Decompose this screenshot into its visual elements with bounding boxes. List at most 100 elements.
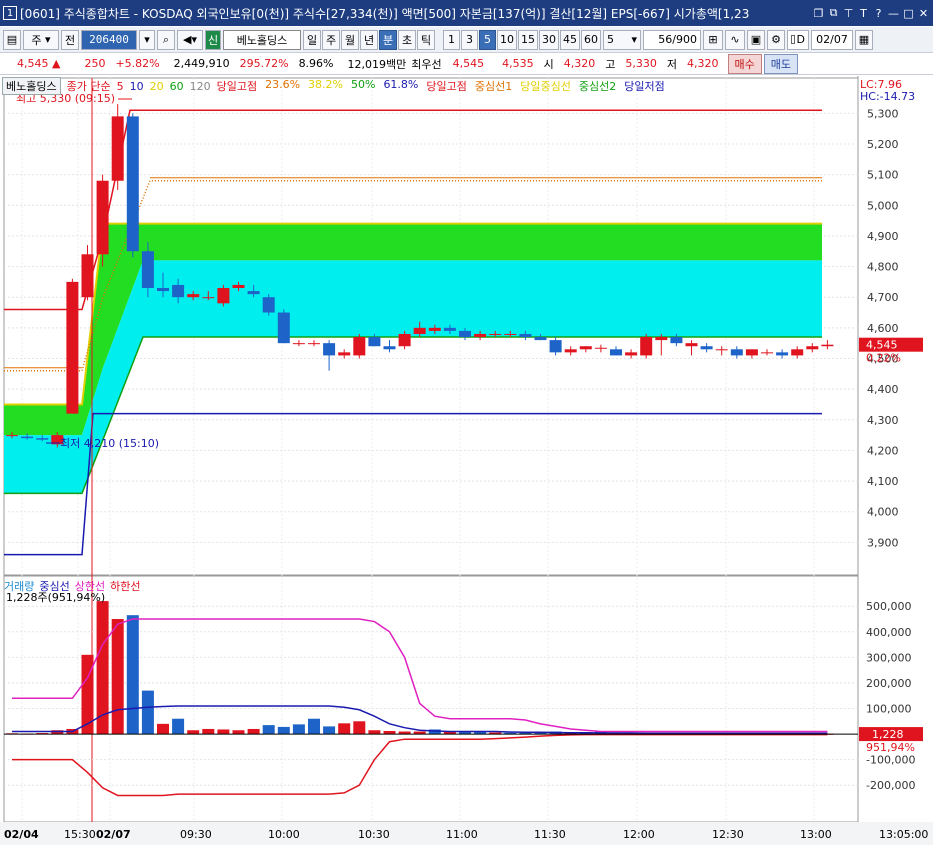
volume-bar [277,726,290,735]
legend-item: 중심선1 [474,80,513,93]
text-icon[interactable]: T [856,5,871,21]
legend-item: 23.6% [265,78,301,91]
candle-body [610,349,622,356]
interval-button-15[interactable]: 15 [518,29,538,50]
stock-tag[interactable]: 베노홀딩스 [2,77,61,95]
trade-amount: 12,019백만 [347,57,407,71]
settings-icon[interactable]: ⚙ [767,29,785,50]
sell-button[interactable]: 매도 [763,53,798,74]
ma-period-20: 20 [149,79,164,93]
date-input[interactable]: 02/07 [811,29,853,50]
date-checkbox-label: D [796,33,805,46]
price-tick-label: 5,200 [867,138,899,151]
interval-button-1[interactable]: 1 [443,29,460,50]
best-ask: 4,545 [452,57,485,70]
restore-icon[interactable]: ❐ [811,5,826,21]
high-price: 5,330 [625,57,657,70]
candle-body [368,337,381,347]
candle-body [338,352,351,356]
interval-button-30[interactable]: 30 [539,29,559,50]
layout-icon[interactable]: ▤ [3,29,21,50]
tab-period-2[interactable]: 월 [341,29,359,50]
volume-bar [141,690,154,735]
search-icon[interactable]: ⌕ [157,29,175,50]
price-tick-label: 5,300 [867,107,899,120]
volume-bar [217,729,230,735]
buy-button[interactable]: 매수 [727,53,762,74]
candle-body [157,288,169,292]
candle-body [111,116,124,181]
stock-name-field[interactable]: 베노홀딩스 [223,29,301,50]
interval-value-select[interactable]: 5 ▾ [603,29,641,50]
maximize-icon[interactable]: □ [901,5,916,21]
interval-button-45[interactable]: 45 [560,29,580,50]
price-tick-label: 5,100 [867,169,899,182]
candle-body [474,333,487,338]
volume-bar [157,723,169,735]
date-checkbox[interactable]: D [787,29,809,50]
window-buttons: ❐ ⧉ ⊤ T ? — □ ✕ [811,5,933,21]
candle-body [791,349,804,356]
trade-volume: 2,449,910 [173,57,230,70]
volume-tick-label: 400,000 [866,626,912,639]
interval-buttons: 1 3 5 10 15 30 45 60 [443,29,601,50]
price-tick-label: 4,200 [867,444,899,457]
legend-item: 당일고점 [426,80,467,93]
speaker-icon[interactable]: ◀▾ [177,29,203,50]
candle-body [323,343,336,356]
code-dropdown-icon[interactable]: ▾ [139,29,155,50]
candle-body [126,116,139,252]
volume-tick-label: 500,000 [866,600,912,613]
save-icon[interactable]: ▣ [747,29,765,50]
ma-period-5: 5 [116,79,124,93]
price-tag-pct: 0.22% [866,352,901,365]
period-tabs: 일주월년분초틱 [303,29,435,50]
tab-period-6[interactable]: 틱 [417,29,435,50]
close-icon[interactable]: ✕ [916,5,931,21]
candle-body [670,337,683,344]
ma-period-120: 120 [189,79,211,93]
x-tick-label: 09:30 [180,828,212,841]
candle-body [745,349,758,356]
tab-period-1[interactable]: 주 [322,29,340,50]
count-field[interactable]: 56/900 [643,29,701,50]
x-tick-label: 11:00 [446,828,478,841]
type-select[interactable]: 주 ▾ [23,29,59,50]
candle-body [292,343,305,345]
zoom-in-icon[interactable]: ⊞ [703,29,723,50]
prev-button[interactable]: 전 [61,29,79,50]
quote-bar: 4,545 ▲ 250 +5.82% 2,449,910 295.72% 8.9… [0,53,933,75]
interval-button-3[interactable]: 3 [461,29,478,50]
x-tick-label: 10:00 [268,828,300,841]
volume-tick-label: 300,000 [866,651,912,664]
candle-body [96,180,109,255]
pin-icon[interactable]: ⊤ [841,5,856,21]
interval-button-60[interactable]: 60 [581,29,601,50]
price-tick-label: 3,900 [867,536,899,549]
tab-period-4[interactable]: 분 [379,29,397,50]
link-icon[interactable]: ⧉ [826,5,841,21]
chart-svg[interactable]: 5,300 5,200 5,100 5,000 4,900 4,800 4,700 4,600… [0,76,933,845]
tab-period-0[interactable]: 일 [303,29,321,50]
interval-button-10[interactable]: 10 [497,29,517,50]
calendar-icon[interactable]: ▦ [855,29,873,50]
candle-body [715,349,728,351]
candle-body [383,346,396,350]
chevron-down-icon: ▾ [631,33,637,46]
high-label: 고 [605,57,616,71]
tab-period-3[interactable]: 년 [360,29,378,50]
interval-button-5[interactable]: 5 [479,29,496,50]
candle-body [217,288,230,304]
candle-body [6,435,18,437]
candle-body [579,346,592,350]
price-tick-label: 4,600 [867,322,899,335]
candle-body [81,254,94,298]
tab-period-5[interactable]: 초 [398,29,416,50]
volume-bar [247,728,260,735]
stock-code-input[interactable]: 206400 [81,29,137,50]
current-price: 4,545 ▲ [17,57,61,70]
help-icon[interactable]: ? [871,5,886,21]
minimize-icon[interactable]: — [886,5,901,21]
candle-body [685,343,698,347]
draw-tool-icon[interactable]: ∿ [725,29,745,50]
